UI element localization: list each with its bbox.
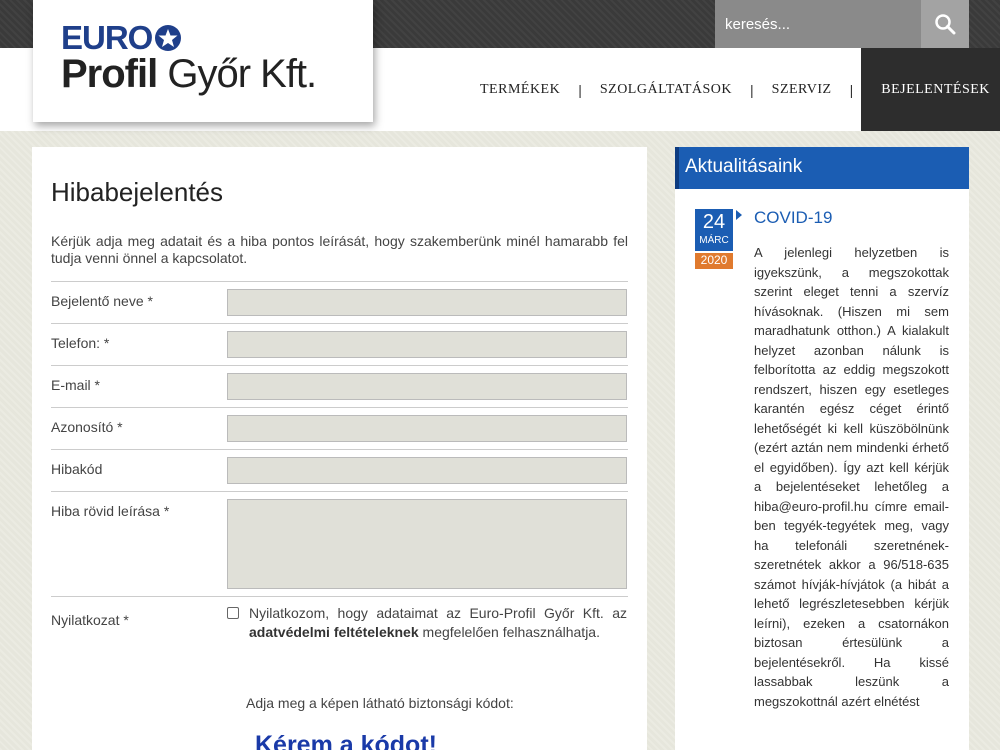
news-day: 24 <box>695 209 733 235</box>
field-label: E-mail * <box>51 377 101 393</box>
logo-euro-text: EURO <box>61 19 153 56</box>
reporter-name-input[interactable] <box>227 289 627 316</box>
sidebar: Aktualitásaink 24 MÁRC 2020 COVID-19 A j… <box>675 147 969 750</box>
logo-company-name: Profil Győr Kft. <box>61 52 317 96</box>
error-code-input[interactable] <box>227 457 627 484</box>
consent-text: Nyilatkozom, hogy adataimat az Euro-Prof… <box>249 605 627 640</box>
news-date: 24 MÁRC 2020 <box>695 209 733 269</box>
news-body: A jelenlegi helyzetben is igyekszünk, a … <box>754 245 949 709</box>
captcha-image: Kérem a kódot! <box>255 731 437 750</box>
search-input[interactable] <box>715 0 921 48</box>
news-title-link[interactable]: COVID-19 <box>754 208 832 228</box>
arrow-icon <box>736 210 742 220</box>
nav-item-termekek[interactable]: TERMÉKEK <box>470 48 570 131</box>
nav-separator: | <box>849 81 854 98</box>
field-label: Hibakód <box>51 461 103 477</box>
search-box <box>715 0 969 48</box>
search-icon <box>935 14 956 35</box>
nav-item-szerviz[interactable]: SZERVIZ <box>762 48 842 131</box>
site-logo[interactable]: EURO Profil Győr Kft. <box>33 0 373 122</box>
form-row-email: E-mail * <box>51 365 628 407</box>
field-label: Nyilatkozat * <box>51 612 129 628</box>
description-textarea[interactable] <box>227 499 627 589</box>
consent-block: Nyilatkozom, hogy adataimat az Euro-Prof… <box>227 604 627 642</box>
nav-item-bejelentesek[interactable]: BEJELENTÉSEK <box>861 48 1000 131</box>
news-month: MÁRC <box>695 235 733 251</box>
nav-separator: | <box>578 81 582 98</box>
news-year: 2020 <box>695 253 733 269</box>
form-row-phone: Telefon: * <box>51 323 628 365</box>
field-label: Telefon: * <box>51 335 110 351</box>
captcha-label: Adja meg a képen látható biztonsági kódo… <box>246 695 514 711</box>
consent-checkbox[interactable] <box>227 607 239 619</box>
logo-euro: EURO <box>61 19 373 56</box>
main-navigation: TERMÉKEK | SZOLGÁLTATÁSOK | SZERVIZ | BE… <box>470 48 1000 131</box>
star-icon <box>155 25 182 51</box>
form-row-id: Azonosító * <box>51 407 628 449</box>
privacy-link[interactable]: adatvédelmi feltételeknek <box>249 624 419 640</box>
phone-input[interactable] <box>227 331 627 358</box>
email-input[interactable] <box>227 373 627 400</box>
identifier-input[interactable] <box>227 415 627 442</box>
field-label: Hiba rövid leírása * <box>51 503 170 519</box>
form-row-description: Hiba rövid leírása * <box>51 491 628 596</box>
nav-separator: | <box>750 81 754 98</box>
main-content: Hibabejelentés Kérjük adja meg adatait é… <box>32 147 647 750</box>
form-row-errorcode: Hibakód <box>51 449 628 491</box>
nav-item-szolgaltatasok[interactable]: SZOLGÁLTATÁSOK <box>590 48 742 131</box>
intro-text: Kérjük adja meg adatait és a hiba pontos… <box>51 233 628 266</box>
sidebar-title: Aktualitásaink <box>675 147 969 189</box>
form-row-consent: Nyilatkozat * Nyilatkozom, hogy adataima… <box>51 596 628 649</box>
page-title: Hibabejelentés <box>51 177 224 207</box>
field-label: Azonosító * <box>51 419 123 435</box>
search-button[interactable] <box>921 0 969 48</box>
form-row-name: Bejelentő neve * <box>51 281 628 323</box>
field-label: Bejelentő neve * <box>51 293 153 309</box>
